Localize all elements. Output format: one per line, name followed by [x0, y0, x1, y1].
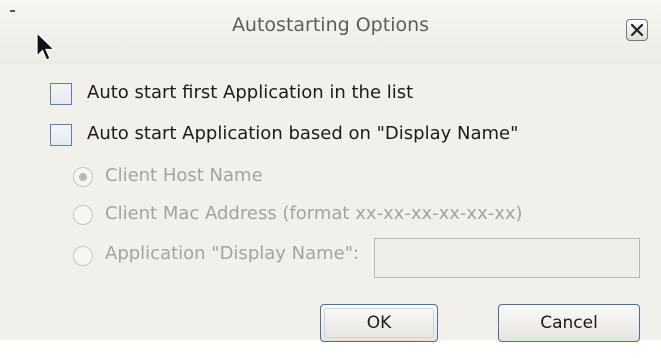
- radio-client-host-name[interactable]: [73, 167, 93, 187]
- ok-button-label: OK: [366, 313, 392, 333]
- radio-client-mac-address[interactable]: [73, 205, 93, 225]
- autostarting-options-dialog: Autostarting Options Auto start first Ap…: [0, 0, 661, 342]
- radio-client-mac-address-label: Client Mac Address (format xx-xx-xx-xx-x…: [105, 203, 523, 224]
- auto-start-first-checkbox[interactable]: [50, 83, 72, 105]
- title-bar: Autostarting Options: [0, 0, 661, 64]
- close-button[interactable]: [626, 19, 648, 41]
- display-name-input[interactable]: [374, 238, 640, 278]
- auto-start-display-name-checkbox[interactable]: [50, 124, 72, 146]
- dialog-title: Autostarting Options: [231, 14, 430, 36]
- cancel-button-label: Cancel: [540, 313, 598, 333]
- auto-start-display-name-label: Auto start Application based on "Display…: [87, 123, 519, 144]
- radio-application-display-name-label: Application "Display Name":: [105, 243, 360, 264]
- window-menu-marker: [10, 10, 15, 12]
- ok-button[interactable]: OK: [320, 304, 438, 342]
- cancel-button[interactable]: Cancel: [498, 304, 640, 342]
- radio-client-host-name-label: Client Host Name: [105, 165, 263, 186]
- mouse-pointer-icon: [36, 32, 56, 61]
- auto-start-first-label: Auto start first Application in the list: [87, 82, 414, 103]
- close-icon: [631, 24, 643, 36]
- radio-selected-dot: [79, 173, 87, 181]
- radio-application-display-name[interactable]: [73, 246, 93, 266]
